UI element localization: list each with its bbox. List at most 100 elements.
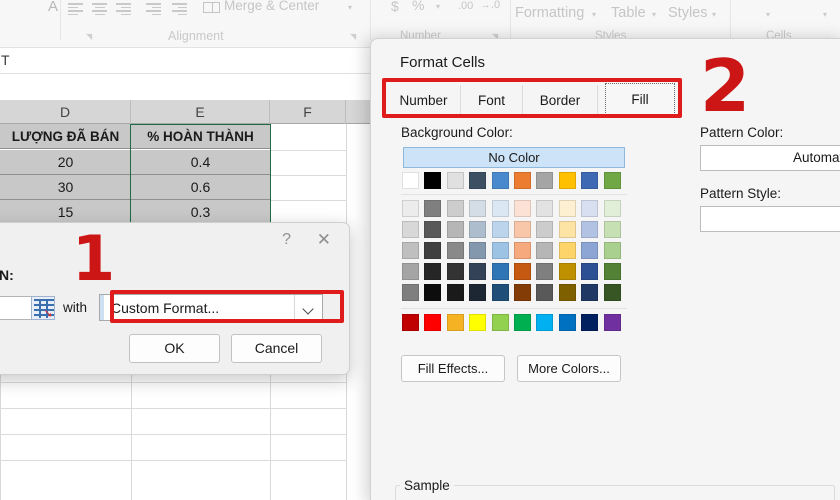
color-swatch-shade1-0[interactable]	[402, 221, 419, 238]
color-swatch-shade4-8[interactable]	[581, 284, 599, 301]
table-cell[interactable]: 20	[0, 150, 131, 175]
color-swatch-shade1-6[interactable]	[536, 221, 554, 238]
tab-border[interactable]: Border	[523, 85, 598, 117]
color-swatch-shade4-2[interactable]	[446, 284, 464, 301]
color-swatch-shade4-9[interactable]	[603, 284, 621, 301]
align-center-icon[interactable]	[92, 3, 107, 15]
color-swatch-standard-8[interactable]	[581, 314, 599, 331]
color-swatch-shade2-3[interactable]	[469, 242, 487, 259]
color-swatch-standard-5[interactable]	[514, 314, 531, 331]
color-swatch-theme-9[interactable]	[603, 172, 621, 189]
pattern-color-select[interactable]: Automatic	[700, 145, 840, 171]
increase-decimal-label[interactable]: .00	[458, 0, 473, 12]
color-swatch-shade4-3[interactable]	[469, 284, 487, 301]
color-swatch-theme-6[interactable]	[536, 172, 554, 189]
increase-indent-icon[interactable]	[172, 3, 187, 15]
align-right-icon[interactable]	[116, 3, 131, 15]
cells-delete-chevron-icon[interactable]: ▾	[823, 10, 827, 19]
color-swatch-shade3-5[interactable]	[514, 263, 531, 280]
color-swatch-shade2-7[interactable]	[558, 242, 576, 259]
color-swatch-theme-0[interactable]	[402, 172, 419, 189]
color-swatch-theme-7[interactable]	[558, 172, 576, 189]
color-swatch-shade3-8[interactable]	[581, 263, 599, 280]
color-swatch-shade0-8[interactable]	[581, 200, 599, 217]
color-swatch-theme-4[interactable]	[491, 172, 509, 189]
color-swatch-standard-9[interactable]	[603, 314, 621, 331]
color-swatch-shade3-2[interactable]	[446, 263, 464, 280]
more-colors-button[interactable]: More Colors...	[517, 355, 621, 382]
color-swatch-shade1-1[interactable]	[424, 221, 442, 238]
color-swatch-shade1-8[interactable]	[581, 221, 599, 238]
color-swatch-shade2-2[interactable]	[446, 242, 464, 259]
color-swatch-shade1-4[interactable]	[491, 221, 509, 238]
format-select[interactable]: Custom Format...	[99, 294, 323, 321]
color-swatch-shade3-7[interactable]	[558, 263, 576, 280]
color-swatch-shade1-3[interactable]	[469, 221, 487, 238]
color-swatch-standard-3[interactable]	[469, 314, 487, 331]
currency-format-label[interactable]: $	[391, 0, 399, 14]
number-format-chevron-icon[interactable]: ▾	[436, 2, 440, 11]
cell-styles-chevron-icon[interactable]: ▾	[712, 10, 716, 19]
color-swatch-theme-8[interactable]	[581, 172, 599, 189]
column-header-e[interactable]: E	[131, 100, 270, 124]
color-swatch-standard-0[interactable]	[402, 314, 419, 331]
color-swatch-theme-2[interactable]	[446, 172, 464, 189]
color-swatch-shade1-5[interactable]	[514, 221, 531, 238]
table-cell[interactable]: 0.6	[131, 175, 270, 200]
ribbon-button-format-as-table[interactable]: Table	[611, 5, 646, 21]
color-swatch-shade1-2[interactable]	[446, 221, 464, 238]
table-cell[interactable]: 30	[0, 175, 131, 200]
pattern-style-select[interactable]	[700, 206, 840, 232]
table-header-cell[interactable]: % HOÀN THÀNH	[131, 124, 270, 149]
color-swatch-shade2-0[interactable]	[402, 242, 419, 259]
color-swatch-shade3-1[interactable]	[424, 263, 442, 280]
ok-button[interactable]: OK	[129, 334, 220, 363]
fill-effects-button[interactable]: Fill Effects...	[401, 355, 505, 382]
decrease-decimal-label[interactable]: →.0	[480, 0, 500, 11]
color-swatch-shade4-0[interactable]	[402, 284, 419, 301]
color-swatch-theme-3[interactable]	[469, 172, 487, 189]
color-swatch-shade4-1[interactable]	[424, 284, 442, 301]
color-swatch-shade3-6[interactable]	[536, 263, 554, 280]
cancel-button[interactable]: Cancel	[231, 334, 322, 363]
color-swatch-shade3-4[interactable]	[491, 263, 509, 280]
color-swatch-shade2-9[interactable]	[603, 242, 621, 259]
color-swatch-standard-2[interactable]	[446, 314, 464, 331]
chevron-down-icon[interactable]	[294, 295, 322, 320]
cells-insert-chevron-icon[interactable]: ▾	[766, 10, 770, 19]
tab-number[interactable]: Number	[387, 85, 461, 117]
color-swatch-shade2-5[interactable]	[514, 242, 531, 259]
color-swatch-theme-5[interactable]	[514, 172, 531, 189]
color-swatch-shade0-6[interactable]	[536, 200, 554, 217]
alignment-dialog-launcher-2[interactable]: ◥	[350, 32, 356, 41]
color-swatch-standard-1[interactable]	[424, 314, 442, 331]
range-picker-icon[interactable]: ➘	[31, 296, 55, 320]
color-swatch-shade0-4[interactable]	[491, 200, 509, 217]
color-swatch-shade4-7[interactable]	[558, 284, 576, 301]
color-swatch-shade4-4[interactable]	[491, 284, 509, 301]
color-swatch-theme-1[interactable]	[424, 172, 442, 189]
color-swatch-shade0-5[interactable]	[514, 200, 531, 217]
column-header-d[interactable]: D	[0, 100, 131, 124]
tab-font[interactable]: Font	[461, 85, 523, 117]
merge-center-icon[interactable]	[203, 2, 220, 13]
color-swatch-standard-4[interactable]	[491, 314, 509, 331]
color-swatch-shade0-3[interactable]	[469, 200, 487, 217]
color-swatch-shade0-2[interactable]	[446, 200, 464, 217]
tab-fill[interactable]: Fill	[605, 83, 675, 115]
color-swatch-shade0-7[interactable]	[558, 200, 576, 217]
rule-value-input[interactable]	[0, 296, 33, 320]
percent-format-label[interactable]: %	[412, 0, 424, 13]
color-swatch-shade3-9[interactable]	[603, 263, 621, 280]
table-cell[interactable]: 0.4	[131, 150, 270, 175]
merge-center-chevron-down-icon[interactable]: ▾	[348, 3, 352, 12]
color-swatch-standard-6[interactable]	[536, 314, 554, 331]
color-swatch-shade2-1[interactable]	[424, 242, 442, 259]
color-swatch-shade4-5[interactable]	[514, 284, 531, 301]
color-swatch-shade2-4[interactable]	[491, 242, 509, 259]
color-swatch-shade4-6[interactable]	[536, 284, 554, 301]
color-swatch-shade0-9[interactable]	[603, 200, 621, 217]
format-as-table-chevron-icon[interactable]: ▾	[652, 10, 656, 19]
close-icon[interactable]: ✕	[317, 230, 331, 250]
help-icon[interactable]: ?	[282, 231, 291, 249]
